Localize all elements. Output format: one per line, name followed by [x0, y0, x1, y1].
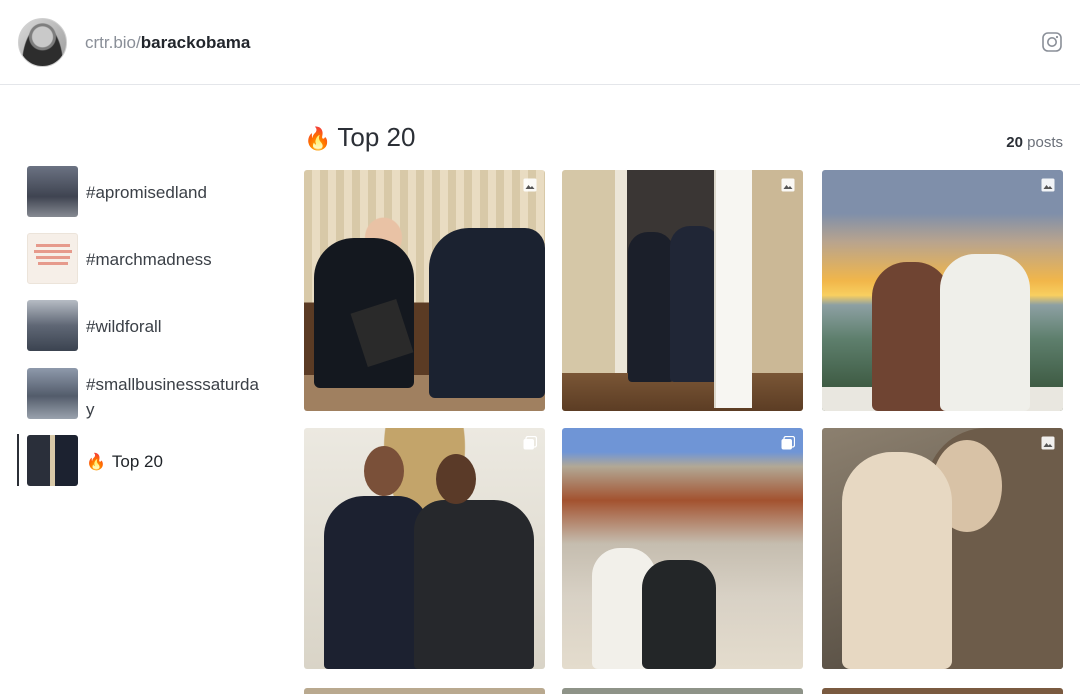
- fire-icon: 🔥: [86, 454, 106, 471]
- carousel-icon: [781, 436, 795, 450]
- sidebar-item-apromisedland[interactable]: #apromisedland: [0, 166, 280, 220]
- collection-thumbnail: [27, 300, 78, 351]
- sidebar-item-smallbusinesssaturday[interactable]: #smallbusinesssaturday: [0, 368, 280, 422]
- fire-icon: 🔥: [304, 126, 332, 151]
- sidebar-item-label: #marchmadness: [86, 250, 212, 269]
- post-tile[interactable]: [562, 428, 803, 669]
- sidebar-item-label: 🔥 Top 20: [86, 452, 163, 471]
- post-count-number: 20: [1006, 134, 1023, 151]
- image-icon: [781, 178, 795, 192]
- sidebar-item-label: #smallbusinesssaturday: [86, 375, 259, 419]
- profile-domain: crtr.bio/: [85, 33, 141, 52]
- post-tile[interactable]: [562, 170, 803, 411]
- posts-grid: [304, 170, 1063, 694]
- post-count: 20 posts: [1006, 134, 1063, 151]
- post-tile[interactable]: [822, 170, 1063, 411]
- post-tile[interactable]: [304, 688, 545, 694]
- image-icon: [1041, 178, 1055, 192]
- post-tile[interactable]: [562, 688, 803, 694]
- profile-handle: barackobama: [140, 33, 251, 52]
- post-tile[interactable]: [304, 428, 545, 669]
- top-bar: crtr.bio/barackobama: [0, 0, 1080, 85]
- collection-thumbnail: [27, 166, 78, 217]
- collection-thumbnail: [27, 368, 78, 419]
- carousel-icon: [523, 436, 537, 450]
- collection-thumbnail: [27, 435, 78, 486]
- sidebar-item-wildforall[interactable]: #wildforall: [0, 300, 280, 354]
- post-count-suffix: posts: [1027, 134, 1063, 151]
- page-title: 🔥 Top 20: [304, 122, 416, 152]
- post-tile[interactable]: [822, 688, 1063, 694]
- collection-thumbnail: [27, 233, 78, 284]
- instagram-icon[interactable]: [1042, 32, 1062, 52]
- sidebar-item-marchmadness[interactable]: #marchmadness: [0, 233, 280, 287]
- post-tile[interactable]: [822, 428, 1063, 669]
- sidebar-item-label: #apromisedland: [86, 183, 207, 202]
- profile-url[interactable]: crtr.bio/barackobama: [85, 33, 250, 53]
- sidebar-item-top-20[interactable]: 🔥 Top 20: [0, 434, 280, 489]
- image-icon: [1041, 436, 1055, 450]
- post-tile[interactable]: [304, 170, 545, 411]
- sidebar-item-label: #wildforall: [86, 317, 162, 336]
- image-icon: [523, 178, 537, 192]
- avatar[interactable]: [18, 18, 67, 67]
